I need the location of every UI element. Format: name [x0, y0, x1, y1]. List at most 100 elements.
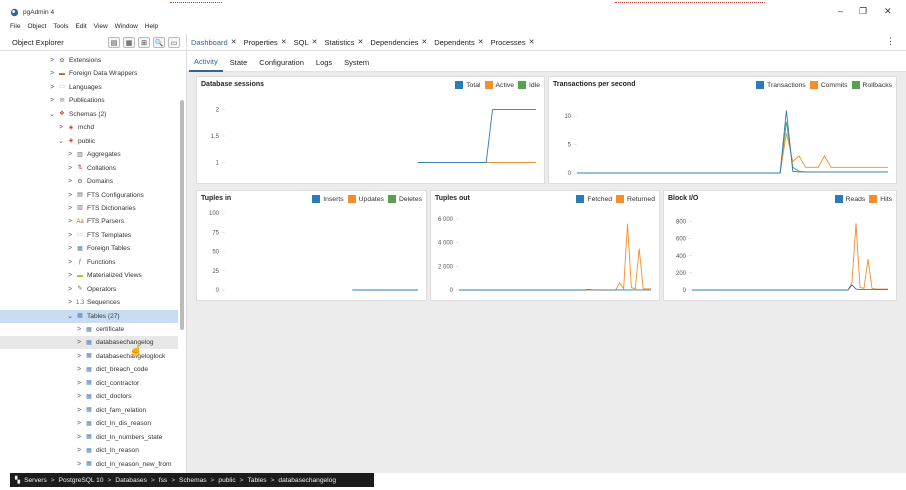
breadcrumb-item[interactable]: Servers: [24, 477, 47, 484]
subtab-activity[interactable]: Activity: [189, 53, 223, 72]
breadcrumb-item[interactable]: databasechangelog: [278, 477, 336, 484]
close-tab-icon[interactable]: ✕: [529, 38, 535, 46]
tree-item-aggregates[interactable]: > ▥ Aggregates: [0, 148, 178, 161]
tree-scrollbar[interactable]: [180, 100, 184, 330]
tree-item-certificate[interactable]: > ▦ certificate: [0, 323, 178, 336]
chevron-right-icon[interactable]: >: [75, 407, 83, 414]
chevron-right-icon[interactable]: >: [75, 393, 83, 400]
tree-item-dict-ln-numbers-state[interactable]: > ▦ dict_ln_numbers_state: [0, 431, 178, 444]
tab-statistics[interactable]: Statistics ✕: [325, 38, 364, 47]
close-tab-icon[interactable]: ✕: [281, 38, 287, 46]
tree-item-extensions[interactable]: > ✿ Extensions: [0, 54, 178, 67]
subtab-system[interactable]: System: [339, 54, 374, 71]
psql-tool-icon[interactable]: ▭: [168, 37, 180, 48]
tree-item-dict-ln-reason-new-from[interactable]: > ▦ dict_ln_reason_new_from: [0, 458, 178, 471]
tree-item-fts-configurations[interactable]: > ▤ FTS Configurations: [0, 189, 178, 202]
tree-item-collations[interactable]: > ⇅ Collations: [0, 162, 178, 175]
tree-item-foreign-tables[interactable]: > ▦ Foreign Tables: [0, 242, 178, 255]
tree-item-domains[interactable]: > ⚙ Domains: [0, 175, 178, 188]
tree-item-public[interactable]: ⌄ ◈ public: [0, 135, 178, 148]
tree-item-dict-breach-code[interactable]: > ▦ dict_breach_code: [0, 363, 178, 376]
tree-item-mchd[interactable]: > ◈ mchd: [0, 121, 178, 134]
chevron-right-icon[interactable]: >: [48, 84, 56, 91]
tab-processes[interactable]: Processes ✕: [491, 38, 535, 47]
close-tab-icon[interactable]: ✕: [312, 38, 318, 46]
chevron-right-icon[interactable]: >: [48, 70, 56, 77]
tree-item-fts-dictionaries[interactable]: > ▥ FTS Dictionaries: [0, 202, 178, 215]
close-tab-icon[interactable]: ✕: [478, 38, 484, 46]
tree-item-fts-templates[interactable]: > ▭ FTS Templates: [0, 229, 178, 242]
tree-item-functions[interactable]: > ƒ Functions: [0, 256, 178, 269]
chevron-right-icon[interactable]: >: [66, 178, 74, 185]
tree-item-databasechangeloglock[interactable]: > ▦ databasechangeloglock: [0, 350, 178, 363]
breadcrumb-item[interactable]: public: [218, 477, 235, 484]
breadcrumb-item[interactable]: PostgreSQL 10: [59, 477, 104, 484]
filter-rows-icon[interactable]: ⊞: [138, 37, 150, 48]
chevron-right-icon[interactable]: >: [48, 97, 56, 104]
menu-tools[interactable]: Tools: [53, 23, 68, 30]
chevron-right-icon[interactable]: >: [75, 420, 83, 427]
chevron-right-icon[interactable]: >: [66, 165, 74, 172]
chevron-right-icon[interactable]: >: [66, 218, 74, 225]
tree-item-dict-fam-relation[interactable]: > ▦ dict_fam_relation: [0, 404, 178, 417]
tree-item-publications[interactable]: > ✉ Publications: [0, 94, 178, 107]
tab-dependents[interactable]: Dependents ✕: [434, 38, 483, 47]
chevron-right-icon[interactable]: >: [66, 245, 74, 252]
chevron-right-icon[interactable]: >: [66, 299, 74, 306]
subtab-state[interactable]: State: [225, 54, 253, 71]
menu-view[interactable]: View: [94, 23, 108, 30]
breadcrumb-item[interactable]: Schemas: [179, 477, 207, 484]
tab-properties[interactable]: Properties ✕: [244, 38, 287, 47]
chevron-right-icon[interactable]: >: [75, 326, 83, 333]
tree-item-fts-parsers[interactable]: > Aa FTS Parsers: [0, 215, 178, 228]
chevron-right-icon[interactable]: >: [66, 232, 74, 239]
breadcrumb-item[interactable]: Databases: [115, 477, 147, 484]
chevron-right-icon[interactable]: >: [66, 272, 74, 279]
tree-item-foreign-data-wrappers[interactable]: > ▬ Foreign Data Wrappers: [0, 67, 178, 80]
view-data-icon[interactable]: ▦: [123, 37, 135, 48]
tree-item-languages[interactable]: > ▭ Languages: [0, 81, 178, 94]
chevron-down-icon[interactable]: ⌄: [48, 110, 56, 118]
tab-dashboard[interactable]: Dashboard ✕: [191, 38, 237, 47]
tree-item-dict-doctors[interactable]: > ▦ dict_doctors: [0, 390, 178, 403]
tab-sql[interactable]: SQL ✕: [294, 38, 318, 47]
chevron-right-icon[interactable]: >: [75, 461, 83, 468]
tree-item-sequences[interactable]: >1.3 Sequences: [0, 296, 178, 309]
chevron-right-icon[interactable]: >: [75, 366, 83, 373]
search-icon[interactable]: 🔍: [153, 37, 165, 48]
chevron-down-icon[interactable]: ⌄: [57, 137, 65, 145]
chevron-right-icon[interactable]: >: [75, 380, 83, 387]
tree-item-materialized-views[interactable]: > ▬ Materialized Views: [0, 269, 178, 282]
chevron-right-icon[interactable]: >: [75, 353, 83, 360]
tree-item-dict-ln-dis-reason[interactable]: > ▦ dict_ln_dis_reason: [0, 417, 178, 430]
breadcrumb-item[interactable]: fss: [159, 477, 167, 484]
chevron-right-icon[interactable]: >: [66, 286, 74, 293]
maximize-button[interactable]: ❐: [859, 6, 867, 17]
breadcrumb-item[interactable]: Tables: [248, 477, 267, 484]
tree-item-operators[interactable]: > ✎ Operators: [0, 283, 178, 296]
tree-item-tables-27-[interactable]: ⌄ ▦ Tables (27): [0, 309, 178, 323]
chevron-right-icon[interactable]: >: [57, 124, 65, 131]
chevron-right-icon[interactable]: >: [48, 57, 56, 64]
close-tab-icon[interactable]: ✕: [231, 38, 237, 46]
tree-item-dict-ln-reason[interactable]: > ▦ dict_ln_reason: [0, 444, 178, 457]
minimize-button[interactable]: –: [838, 6, 843, 16]
tree-item-schemas-2-[interactable]: ⌄ ❖ Schemas (2): [0, 108, 178, 121]
query-tool-icon[interactable]: ▤: [108, 37, 120, 48]
close-tab-icon[interactable]: ✕: [358, 38, 364, 46]
menu-help[interactable]: Help: [145, 23, 158, 30]
chevron-right-icon[interactable]: >: [75, 434, 83, 441]
close-tab-icon[interactable]: ✕: [421, 38, 427, 46]
chevron-down-icon[interactable]: ⌄: [66, 312, 74, 320]
tab-dependencies[interactable]: Dependencies ✕: [370, 38, 427, 47]
chevron-right-icon[interactable]: >: [66, 259, 74, 266]
chevron-right-icon[interactable]: >: [66, 205, 74, 212]
chevron-right-icon[interactable]: >: [75, 447, 83, 454]
chevron-right-icon[interactable]: >: [75, 339, 83, 346]
chevron-right-icon[interactable]: >: [66, 192, 74, 199]
subtab-logs[interactable]: Logs: [311, 54, 337, 71]
more-options-icon[interactable]: ⋮: [886, 36, 895, 47]
menu-edit[interactable]: Edit: [75, 23, 86, 30]
menu-file[interactable]: File: [10, 23, 20, 30]
tree-item-databasechangelog[interactable]: > ▦ databasechangelog: [0, 336, 178, 350]
